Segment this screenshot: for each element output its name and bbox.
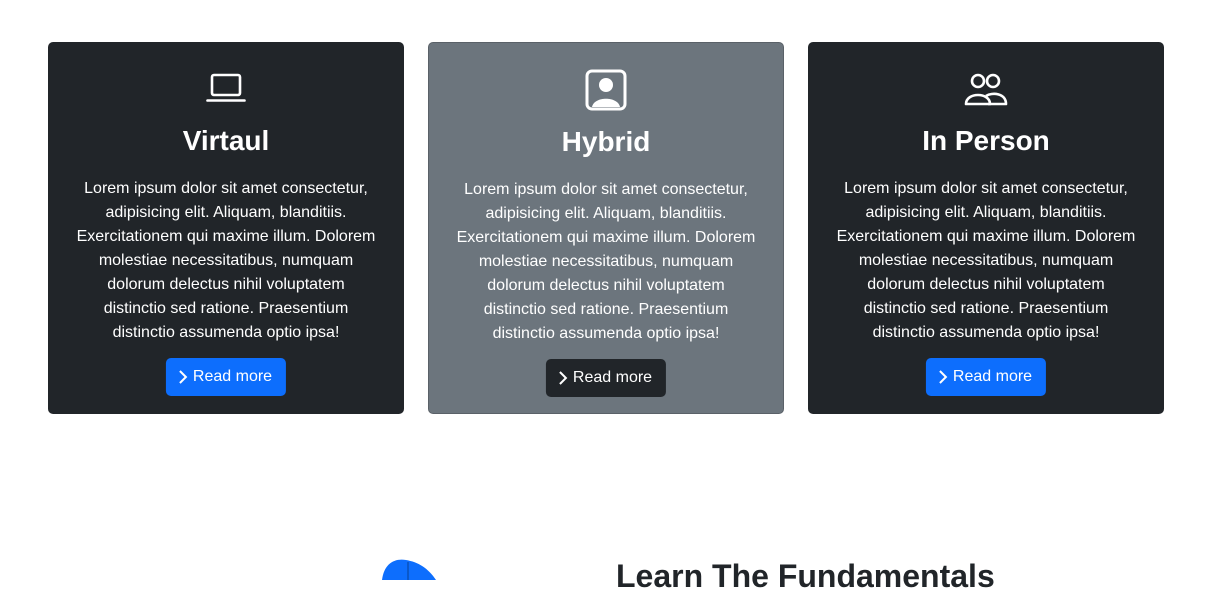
chevron-right-icon: [178, 369, 190, 385]
read-more-label: Read more: [192, 368, 273, 385]
card-title: Virtaul: [182, 125, 270, 156]
chevron-right-icon: [558, 370, 570, 386]
learn-section: Learn The Fundamentals: [0, 540, 1221, 594]
card-text: Lorem ipsum dolor sit amet consectetur, …: [836, 180, 1136, 341]
read-more-label: Read more: [952, 368, 1033, 385]
card-hybrid: Hybrid Lorem ipsum dolor sit amet consec…: [428, 42, 784, 414]
read-more-button[interactable]: Read more: [165, 358, 287, 396]
read-more-button[interactable]: Read more: [545, 359, 667, 397]
read-more-button[interactable]: Read more: [925, 358, 1047, 396]
people-icon: [832, 68, 1140, 110]
chevron-right-icon: [938, 369, 950, 385]
section-title: Learn The Fundamentals: [616, 558, 995, 594]
card-title: In Person: [922, 125, 1050, 156]
card-virtual: Virtaul Lorem ipsum dolor sit amet conse…: [48, 42, 404, 414]
boxes-section: Virtaul Lorem ipsum dolor sit amet conse…: [48, 42, 1164, 414]
card-text: Lorem ipsum dolor sit amet consectetur, …: [456, 181, 756, 342]
card-in-person: In Person Lorem ipsum dolor sit amet con…: [808, 42, 1164, 414]
laptop-icon: [72, 68, 380, 110]
card-text: Lorem ipsum dolor sit amet consectetur, …: [76, 180, 376, 341]
read-more-label: Read more: [572, 369, 653, 386]
card-title: Hybrid: [561, 126, 651, 157]
illustration-image: [380, 550, 440, 585]
person-square-icon: [453, 69, 759, 111]
